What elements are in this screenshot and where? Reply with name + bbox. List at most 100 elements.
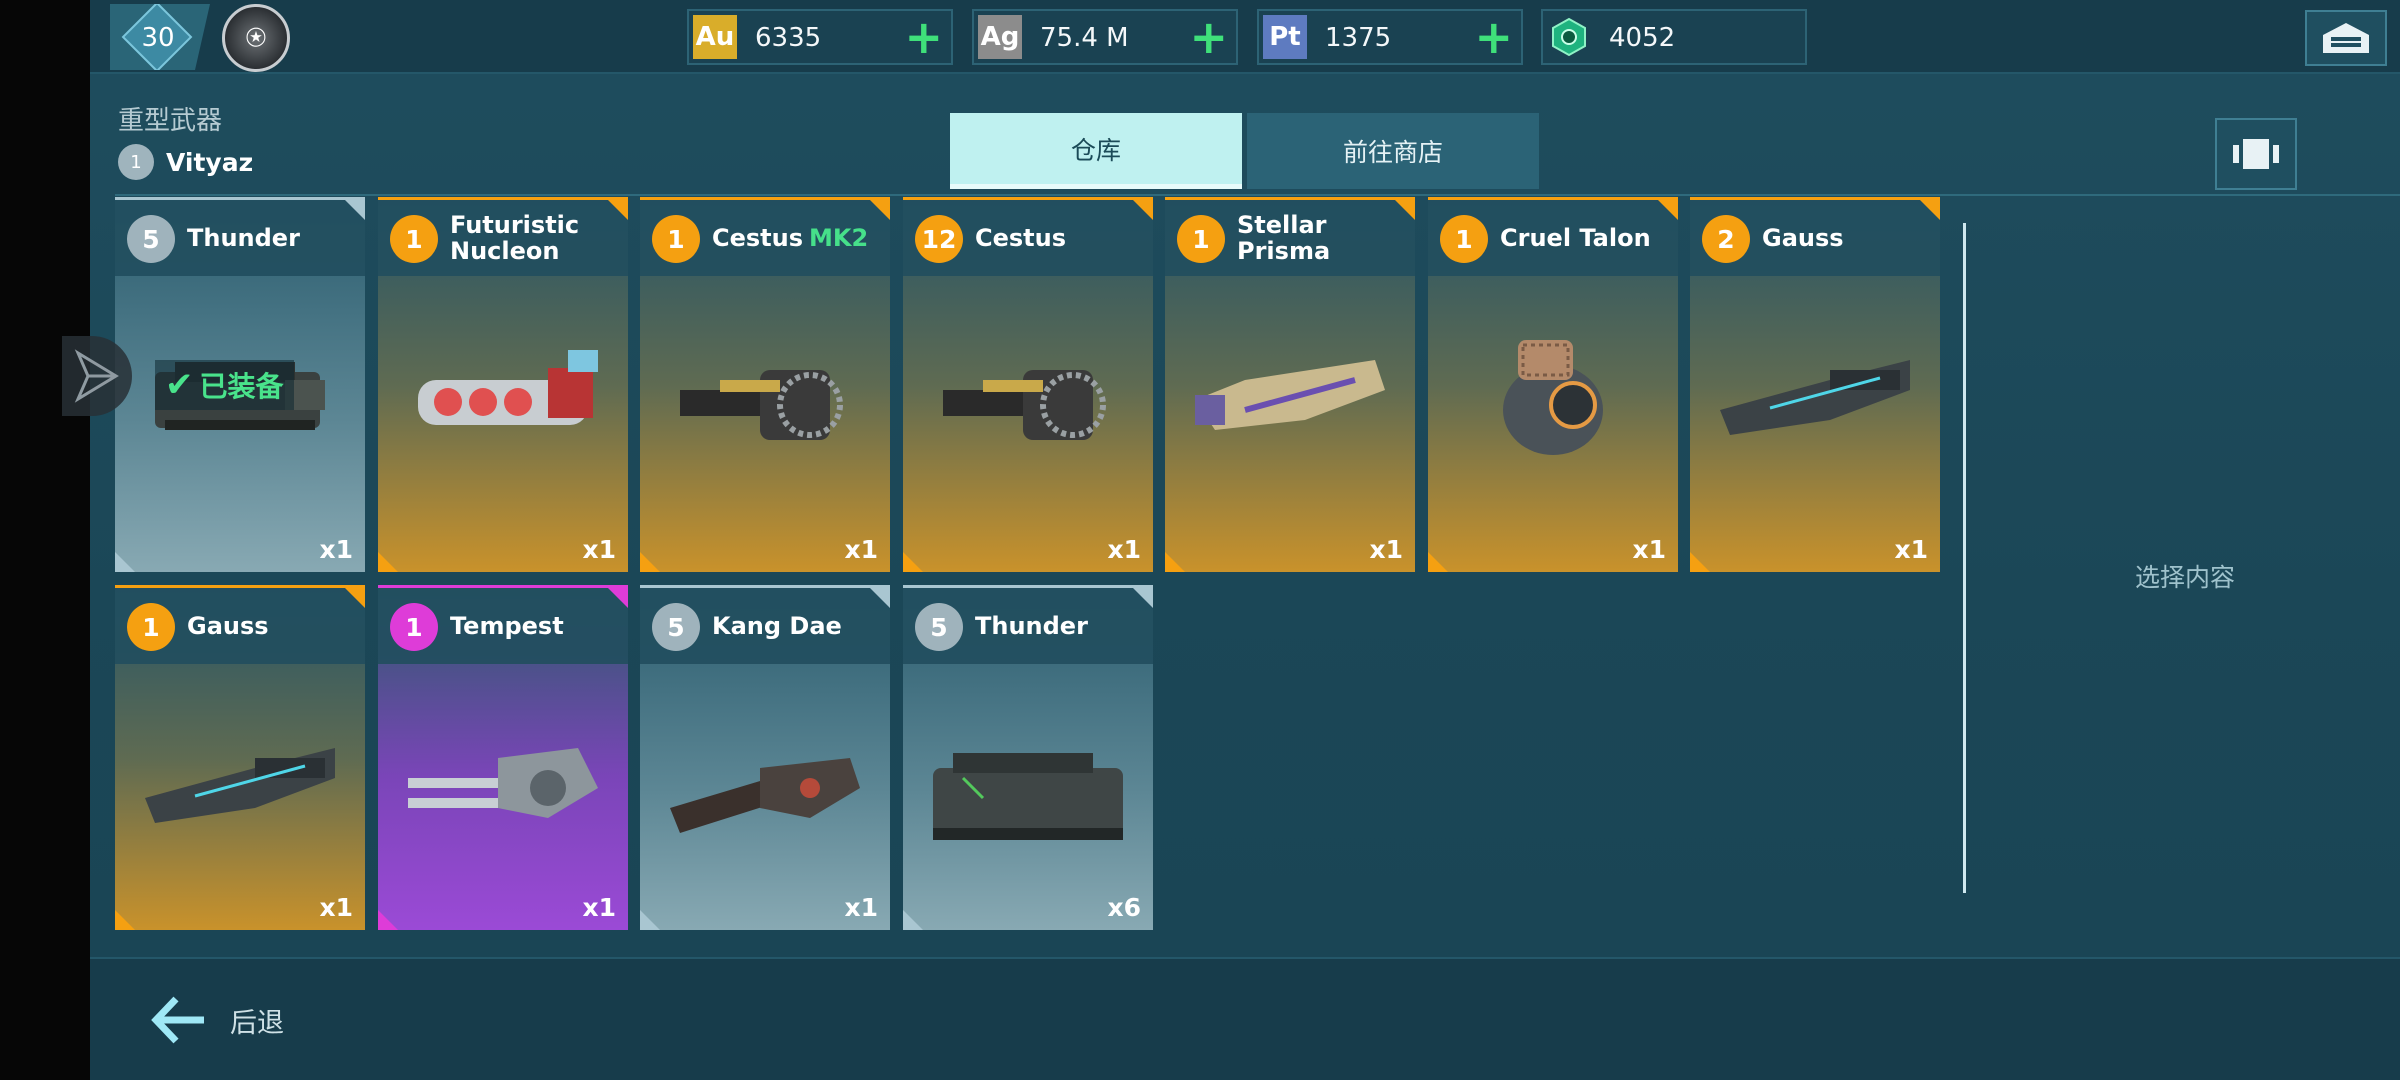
weapon-card[interactable]: 5 Thunder x6 — [903, 585, 1153, 930]
rarity-corner-marker — [1395, 200, 1415, 220]
weapon-card[interactable]: 12 Cestus x1 — [903, 197, 1153, 572]
weapon-card-header: 2 Gauss — [1690, 200, 1940, 276]
weapon-name-text: Thunder — [187, 224, 300, 252]
weapon-quantity: x6 — [1107, 893, 1141, 922]
weapon-name-text: Cruel Talon — [1500, 224, 1651, 252]
add-platinum-button[interactable]: + — [1474, 14, 1513, 60]
weapon-card[interactable]: 1 Cruel Talon x1 — [1428, 197, 1678, 572]
back-arrow-icon — [151, 996, 204, 1044]
weapon-level-badge: 1 — [1177, 215, 1225, 263]
weapon-image — [1503, 340, 1603, 455]
weapon-card-header: 12 Cestus — [903, 200, 1153, 276]
rarity-corner-marker — [1133, 588, 1153, 608]
currency-tokens: 4052 — [1541, 9, 1807, 65]
weapon-name-text: Cestus — [712, 224, 804, 252]
player-level-badge[interactable]: 30 — [110, 4, 210, 70]
weapon-quantity: x1 — [1107, 535, 1141, 564]
rarity-corner-marker — [870, 588, 890, 608]
weapon-card[interactable]: 1 Stellar Prisma x1 — [1165, 197, 1415, 572]
weapon-name: Stellar Prisma — [1237, 200, 1413, 276]
weapon-quantity: x1 — [582, 535, 616, 564]
weapon-quantity: x1 — [319, 893, 353, 922]
rarity-corner-marker — [345, 588, 365, 608]
rarity-corner-marker — [1428, 552, 1448, 572]
platinum-value: 1375 — [1325, 23, 1392, 53]
weapon-quantity: x1 — [582, 893, 616, 922]
silver-value: 75.4 M — [1040, 23, 1129, 53]
rarity-corner-marker — [1920, 200, 1940, 220]
weapon-image — [933, 753, 1123, 840]
content-divider — [115, 194, 2400, 196]
weapon-card[interactable]: 5 Thunder x1 ✔ 已装备 — [115, 197, 365, 572]
rarity-corner-marker — [1690, 552, 1710, 572]
weapon-image — [1720, 360, 1910, 435]
rarity-corner-marker — [1165, 552, 1185, 572]
gold-value: 6335 — [755, 23, 822, 53]
weapon-quantity: x1 — [844, 893, 878, 922]
tab-storage[interactable]: 仓库 — [950, 113, 1242, 189]
weapon-name: Thunder — [187, 200, 363, 276]
weapon-name: Cruel Talon — [1500, 200, 1676, 276]
rarity-corner-marker — [608, 200, 628, 220]
weapon-image — [145, 748, 335, 823]
weapon-card[interactable]: 5 Kang Dae x1 — [640, 585, 890, 930]
player-emblem-icon[interactable]: ⍟ — [222, 4, 290, 72]
gold-icon: Au — [693, 15, 737, 59]
tab-go-to-shop[interactable]: 前往商店 — [1247, 113, 1539, 189]
weapon-quantity: x1 — [1894, 535, 1928, 564]
rarity-corner-marker — [378, 552, 398, 572]
weapon-name-suffix: MK2 — [809, 224, 869, 252]
weapon-image — [1195, 360, 1385, 430]
panel-icon — [2233, 139, 2279, 169]
equipped-label: 已装备 — [199, 370, 284, 403]
weapon-card-header: 5 Thunder — [115, 200, 365, 276]
bottom-bar — [90, 957, 2400, 1080]
weapon-card[interactable]: 1 Gauss x1 — [115, 585, 365, 930]
weapon-level-badge: 5 — [652, 603, 700, 651]
top-bar: 30 ⍟ Au 6335 + Ag 75.4 M + Pt 1375 + 405… — [90, 0, 2400, 74]
back-label: 后退 — [230, 1007, 284, 1039]
weapon-image — [670, 758, 860, 833]
send-arrow-icon — [74, 349, 119, 403]
weapon-name: Futuristic Nucleon — [450, 200, 626, 276]
weapon-name: Thunder — [975, 588, 1151, 664]
weapon-level-badge: 5 — [127, 215, 175, 263]
add-gold-button[interactable]: + — [904, 14, 943, 60]
weapon-card[interactable]: 1 Futuristic Nucleon x1 — [378, 197, 628, 572]
weapon-card[interactable]: 1 Cestus MK2 x1 — [640, 197, 890, 572]
weapon-name-text: Gauss — [1762, 224, 1844, 252]
robot-info: 1 Vityaz — [118, 144, 253, 180]
right-panel-divider — [1963, 223, 1966, 893]
weapon-card-header: 5 Kang Dae — [640, 588, 890, 664]
weapon-image — [680, 370, 843, 440]
add-silver-button[interactable]: + — [1189, 14, 1228, 60]
weapon-card[interactable]: 2 Gauss x1 — [1690, 197, 1940, 572]
weapon-level-badge: 5 — [915, 603, 963, 651]
back-button[interactable]: 后退 — [150, 985, 284, 1055]
currency-au: Au 6335 + — [687, 9, 953, 65]
screen-left-bezel — [0, 0, 90, 1080]
weapon-level-badge: 12 — [915, 215, 963, 263]
hangar-button[interactable] — [2305, 10, 2387, 66]
weapon-level-badge: 2 — [1702, 215, 1750, 263]
hangar-icon — [2323, 23, 2369, 53]
weapon-name-text: Stellar Prisma — [1237, 211, 1331, 265]
robot-name: Vityaz — [166, 147, 254, 177]
weapon-quantity: x1 — [319, 535, 353, 564]
select-content-placeholder: 选择内容 — [2134, 563, 2235, 592]
currency-ag: Ag 75.4 M + — [972, 9, 1238, 65]
weapon-image — [408, 748, 598, 818]
weapon-name: Kang Dae — [712, 588, 888, 664]
weapon-card-header: 1 Futuristic Nucleon — [378, 200, 628, 276]
toggle-panel-button[interactable] — [2215, 118, 2297, 190]
weapon-card[interactable]: 1 Tempest x1 — [378, 585, 628, 930]
rarity-corner-marker — [115, 910, 135, 930]
weapon-quantity: x1 — [1632, 535, 1666, 564]
weapon-quantity: x1 — [1369, 535, 1403, 564]
player-level: 30 — [141, 23, 175, 53]
robot-level-badge: 1 — [118, 144, 154, 180]
weapon-level-badge: 1 — [1440, 215, 1488, 263]
weapon-name-text: Cestus — [975, 224, 1067, 252]
rarity-corner-marker — [1133, 200, 1153, 220]
rarity-corner-marker — [870, 200, 890, 220]
